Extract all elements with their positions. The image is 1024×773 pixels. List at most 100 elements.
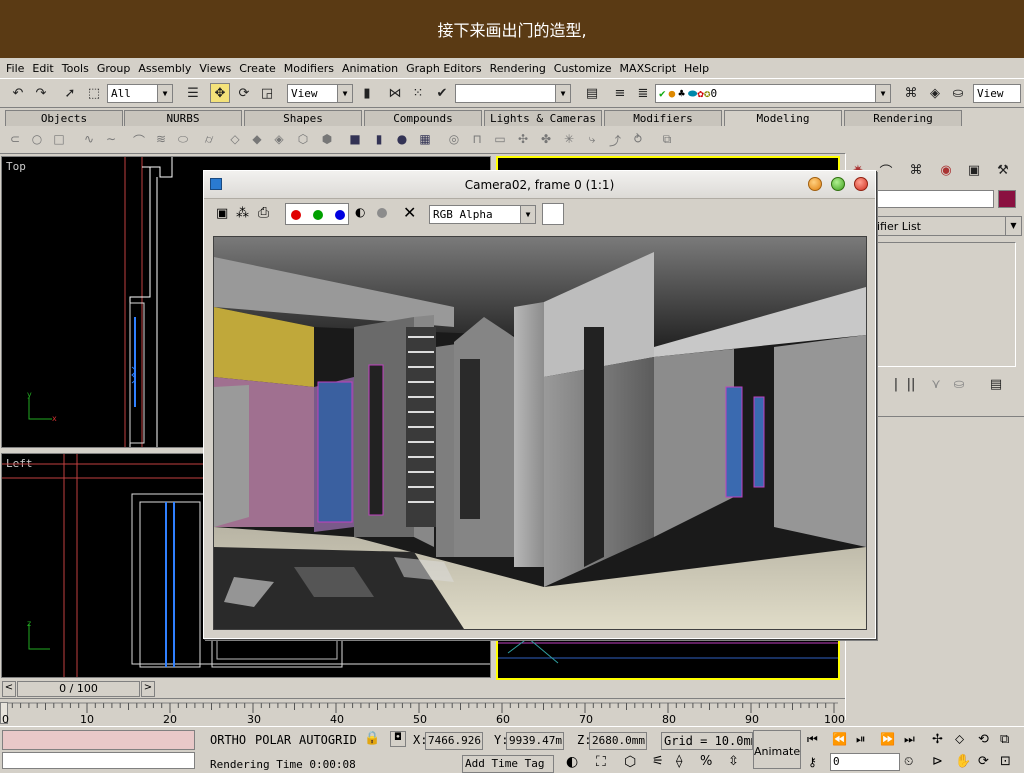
circle-icon[interactable]: ○ — [28, 132, 46, 148]
add-time-tag-button[interactable]: Add Time Tag — [462, 755, 554, 773]
animate-button[interactable]: Animate — [753, 730, 801, 769]
go-to-start-icon[interactable]: ⏮ — [807, 732, 818, 747]
spline-icon[interactable]: ✳ — [560, 132, 578, 148]
menu-views[interactable]: Views — [195, 62, 235, 75]
key-mode-icon[interactable]: ⚷ — [808, 755, 817, 769]
red-channel-icon[interactable] — [291, 210, 301, 220]
menu-group[interactable]: Group — [93, 62, 135, 75]
undo-icon[interactable]: ↶ — [8, 83, 28, 103]
modifier-list-dropdown[interactable]: ifier List ▼ — [876, 216, 1022, 236]
next-frame-icon[interactable]: > — [141, 681, 155, 697]
tab-nurbs[interactable]: NURBS — [124, 110, 242, 126]
show-end-result-icon[interactable]: || — [901, 374, 921, 394]
loft-icon[interactable]: ⌒ — [130, 132, 148, 148]
lock-icon[interactable]: 🔒 — [364, 731, 380, 746]
alpha-channel-icon[interactable]: ◐ — [355, 205, 365, 219]
autogrid-toggle[interactable]: AUTOGRID — [299, 733, 357, 747]
utilities-tab-icon[interactable]: ⚒ — [993, 160, 1013, 180]
ellipse-icon[interactable]: ⬭ — [174, 132, 192, 148]
array-icon[interactable]: ⁙ — [408, 83, 428, 103]
object-name-field[interactable] — [876, 190, 994, 208]
tab-compounds[interactable]: Compounds — [364, 110, 482, 126]
modifier-stack[interactable] — [876, 242, 1016, 367]
y-coord-field[interactable]: 9939.47m — [506, 732, 564, 750]
menu-animation[interactable]: Animation — [338, 62, 402, 75]
menu-maxscript[interactable]: MAXScript — [616, 62, 680, 75]
box-icon[interactable]: ■ — [346, 132, 364, 148]
select-by-name-icon[interactable]: ☰ — [183, 83, 203, 103]
schematic-view-icon[interactable]: ⌘ — [901, 83, 921, 103]
remove-modifier-icon[interactable]: ⛀ — [949, 374, 969, 394]
mesh-3-icon[interactable]: ◈ — [270, 132, 288, 148]
render-scene-icon[interactable]: ⛀ — [948, 83, 968, 103]
object-color-swatch[interactable] — [998, 190, 1016, 208]
tube-icon[interactable]: ⊓ — [468, 132, 486, 148]
selection-filter-dropdown[interactable]: All ▼ — [107, 84, 173, 103]
menu-file[interactable]: File — [2, 62, 28, 75]
green-channel-icon[interactable] — [313, 210, 323, 220]
edit-mesh-icon[interactable]: ✣ — [514, 132, 532, 148]
menu-graph-editors[interactable]: Graph Editors — [402, 62, 486, 75]
cylinder-icon[interactable]: ⌭ — [200, 132, 218, 148]
menu-rendering[interactable]: Rendering — [486, 62, 550, 75]
pivot-icon[interactable]: ▮ — [357, 83, 377, 103]
pan-icon[interactable]: ✋ — [955, 754, 971, 769]
snap-3d-icon[interactable]: ⚟ — [652, 754, 664, 769]
menu-create[interactable]: Create — [235, 62, 280, 75]
minimize-icon[interactable] — [808, 177, 822, 191]
display-tab-icon[interactable]: ▣ — [964, 160, 984, 180]
maxscript-listener[interactable] — [2, 730, 195, 750]
tab-modeling[interactable]: Modeling — [724, 110, 842, 126]
ffd-icon[interactable]: ⧉ — [658, 132, 676, 148]
zoom-all-icon[interactable]: ⬦ — [955, 732, 964, 747]
mesh-icon[interactable]: ◇ — [226, 132, 244, 148]
mesh-4-icon[interactable]: ⬡ — [294, 132, 312, 148]
curve-icon[interactable]: ∿ — [80, 132, 98, 148]
ref-coord-dropdown[interactable]: View ▼ — [287, 84, 353, 103]
named-selection-dropdown[interactable]: ▼ — [455, 84, 571, 103]
prev-frame-icon[interactable]: < — [2, 681, 16, 697]
tab-objects[interactable]: Objects — [5, 110, 123, 126]
zoom-icon[interactable]: ✢ — [932, 732, 943, 747]
save-bitmap-icon[interactable]: ▣ — [216, 206, 228, 221]
modeling-tool-icon[interactable]: ⊂ — [6, 132, 24, 148]
redo-icon[interactable]: ↷ — [31, 83, 51, 103]
menu-edit[interactable]: Edit — [28, 62, 57, 75]
ring-icon[interactable]: ◎ — [445, 132, 463, 148]
min-max-toggle-icon[interactable]: ⊡ — [1000, 754, 1011, 769]
menu-help[interactable]: Help — [680, 62, 713, 75]
menu-assembly[interactable]: Assembly — [134, 62, 195, 75]
taper-icon[interactable]: ⤴ — [606, 132, 624, 148]
render-window-titlebar[interactable]: Camera02, frame 0 (1:1) — [204, 171, 875, 199]
bend-icon[interactable]: ⤷ — [583, 132, 601, 148]
mesh-5-icon[interactable]: ⬢ — [318, 132, 336, 148]
modify-tab-icon[interactable]: ⌒ — [876, 160, 896, 180]
layer-dropdown[interactable]: ✔ ● ♣ ⬬✿✪0 ▼ — [655, 84, 891, 103]
cylinder-solid-icon[interactable]: ▮ — [370, 132, 388, 148]
motion-tab-icon[interactable]: ◉ — [936, 160, 956, 180]
polar-toggle[interactable]: POLAR — [255, 733, 291, 747]
clear-icon[interactable]: ✕ — [403, 203, 416, 222]
current-frame-field[interactable]: 0 — [830, 753, 900, 771]
render-view-dropdown[interactable]: View — [973, 84, 1021, 103]
tab-shapes[interactable]: Shapes — [244, 110, 362, 126]
menu-tools[interactable]: Tools — [58, 62, 93, 75]
field-of-view-icon[interactable]: ⊳ — [932, 754, 943, 769]
mesh-2-icon[interactable]: ◆ — [248, 132, 266, 148]
print-icon[interactable]: ⎙ — [258, 205, 269, 221]
rotate-icon[interactable]: ⟳ — [234, 83, 254, 103]
region-select-icon[interactable]: ⬚ — [84, 83, 104, 103]
monochrome-icon[interactable] — [377, 208, 387, 218]
timeline-ruler[interactable]: 0 10 20 30 40 50 60 70 80 90 100 — [0, 698, 845, 726]
configure-modifiers-icon[interactable]: ▤ — [986, 374, 1006, 394]
z-coord-field[interactable]: 2680.0mm — [589, 732, 647, 750]
layers-icon[interactable]: ≡ — [610, 83, 630, 103]
twist-icon[interactable]: ⥁ — [629, 132, 647, 148]
angle-snap-icon[interactable]: ⟠ — [676, 754, 682, 769]
maximize-icon[interactable] — [831, 177, 845, 191]
channel-display-dropdown[interactable]: RGB Alpha ▼ — [429, 205, 536, 224]
close-icon[interactable] — [854, 177, 868, 191]
spinner-snap-icon[interactable]: ⇳ — [728, 754, 739, 769]
square-icon[interactable]: □ — [50, 132, 68, 148]
hierarchy-tab-icon[interactable]: ⌘ — [906, 160, 926, 180]
